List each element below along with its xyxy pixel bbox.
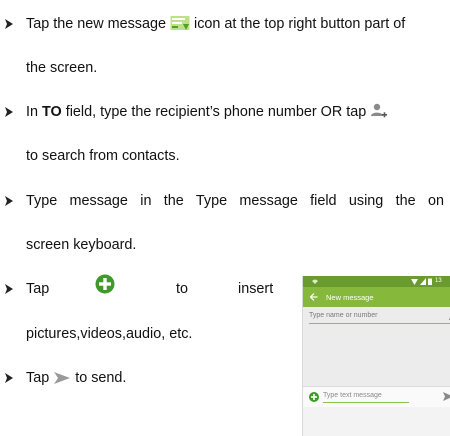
insert-attachment-plus-icon: [95, 274, 115, 294]
phone-screen-title: New message: [326, 293, 374, 302]
phone-send-icon[interactable]: [443, 392, 450, 401]
step-2-line-2: to search from contacts.: [26, 148, 180, 164]
phone-message-input[interactable]: Type text message: [323, 392, 409, 403]
phone-to-field[interactable]: Type name or number: [309, 311, 450, 324]
phone-message-row: Type text message: [303, 386, 450, 407]
step-1-line-1: Tap the new message icon at the top righ…: [26, 15, 405, 33]
arrow-bullet-icon: [5, 19, 13, 29]
phone-new-message-screenshot: 13 New message Type name or number Type …: [302, 276, 450, 436]
step-2-text-a: In: [26, 104, 42, 120]
notification-icon: [312, 279, 318, 284]
step-1-line-2: the screen.: [26, 60, 98, 76]
step-5-text-b: to send.: [71, 370, 127, 386]
step-4-word-to: to: [176, 281, 189, 297]
signal-icon: [420, 278, 426, 285]
step-4-line-2: pictures,videos,audio, etc.: [26, 326, 193, 342]
step-2-line-1: In TO field, type the recipient’s phone …: [26, 103, 388, 121]
add-contact-icon: [371, 103, 388, 118]
arrow-bullet-icon: [5, 373, 13, 383]
arrow-bullet-icon: [5, 107, 13, 117]
status-time: 13: [435, 278, 442, 284]
phone-attach-plus-icon[interactable]: [309, 392, 319, 402]
phone-app-bar: New message: [303, 287, 450, 307]
send-icon: [54, 372, 71, 384]
step-5-line-1: Tap to send.: [26, 369, 126, 387]
arrow-bullet-icon: [5, 284, 13, 294]
new-message-icon: [170, 16, 190, 30]
phone-status-bar: 13: [303, 276, 450, 287]
step-3-line-2: screen keyboard.: [26, 237, 137, 253]
step-1-text-a: Tap the new message: [26, 16, 170, 32]
back-arrow-icon[interactable]: [310, 293, 318, 301]
step-3-line-1: Type message in the Type message field u…: [26, 193, 444, 209]
step-4-word-tap: Tap: [26, 281, 50, 297]
step-1-text-b: icon at the top right button part of: [190, 16, 406, 32]
step-2-text-b: field, type the recipient’s phone number…: [61, 104, 371, 120]
step-4-word-insert: insert: [238, 281, 274, 297]
battery-icon: [428, 278, 432, 285]
step-5-text-a: Tap: [26, 370, 54, 386]
to-field-label: TO: [42, 104, 62, 120]
phone-to-placeholder: Type name or number: [309, 312, 378, 319]
phone-keyboard-area: [303, 407, 450, 436]
arrow-bullet-icon: [5, 196, 13, 206]
wifi-icon: [411, 279, 418, 285]
